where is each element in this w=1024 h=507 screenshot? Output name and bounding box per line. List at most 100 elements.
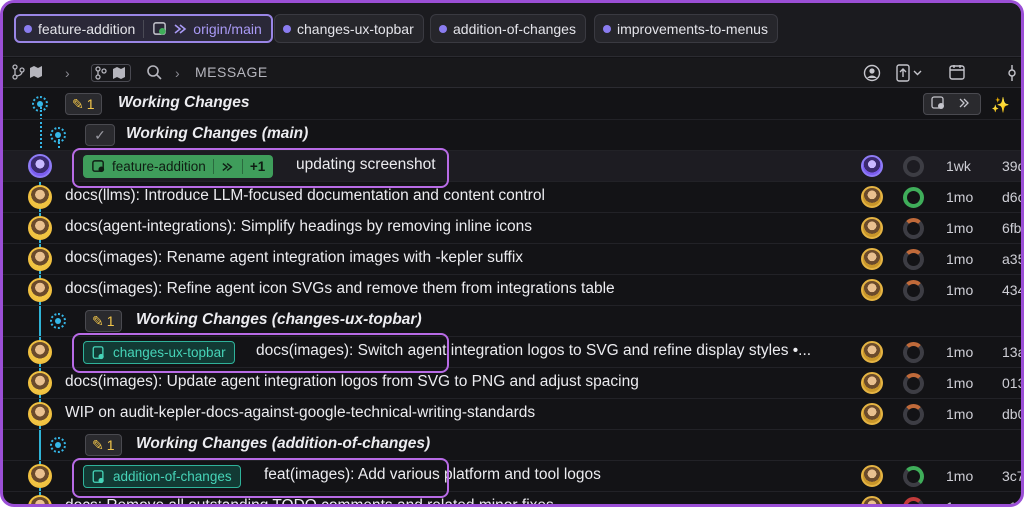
working-changes-row[interactable]: ✎ 1 Working Changes ✨ xyxy=(3,89,1021,120)
status-ring xyxy=(903,466,924,487)
commit-sha: a35 xyxy=(1002,251,1024,267)
author-avatar xyxy=(861,279,883,301)
pencil-icon: ✎ xyxy=(72,95,84,112)
magic-wand-icon[interactable]: ✨ xyxy=(991,96,1010,114)
commit-sha: 39d xyxy=(1002,158,1024,174)
tab-improvements-to-menus[interactable]: improvements-to-menus xyxy=(594,14,778,43)
branch-map-icon xyxy=(12,64,42,80)
pr-check-icon xyxy=(153,22,167,35)
working-changes-node-icon xyxy=(50,437,66,453)
check-icon[interactable]: ✓ xyxy=(85,124,115,146)
commit-age: 1mo xyxy=(946,251,974,267)
graph-avatar xyxy=(28,402,52,426)
commit-row[interactable]: docs(images): Rename agent integration i… xyxy=(3,244,1024,275)
working-changes-main-row[interactable]: ✓ Working Changes (main) xyxy=(3,120,1021,151)
message-column-label: MESSAGE xyxy=(195,64,268,80)
status-ring xyxy=(903,342,924,363)
column-header: › › MESSAGE xyxy=(3,58,1021,88)
tab-changes-ux-topbar[interactable]: changes-ux-topbar xyxy=(274,14,424,43)
tab-addition-of-changes[interactable]: addition-of-changes xyxy=(430,14,586,43)
branch-map-toggle[interactable] xyxy=(11,64,45,80)
author-avatar xyxy=(861,248,883,270)
commit-age: 1mo xyxy=(946,189,974,205)
author-avatar xyxy=(861,217,883,239)
graph-avatar xyxy=(28,185,52,209)
commit-age: 1mo xyxy=(946,220,974,236)
commit-message: docs(llms): Introduce LLM-focused docume… xyxy=(65,187,545,204)
status-ring xyxy=(903,497,924,504)
remote-icon xyxy=(174,23,187,34)
commit-message: WIP on audit-kepler-docs-against-google-… xyxy=(65,404,536,421)
status-ring xyxy=(903,280,924,301)
commit-age: 1mo xyxy=(946,282,974,298)
upload-column-icon[interactable] xyxy=(896,64,924,82)
graph-avatar xyxy=(28,278,52,302)
status-ring xyxy=(903,218,924,239)
branch-dot-icon xyxy=(439,24,447,33)
graph-avatar xyxy=(28,154,52,178)
commit-row[interactable]: docs(images): Refine agent icon SVGs and… xyxy=(3,275,1024,306)
tab-label: addition-of-changes xyxy=(453,20,576,37)
commit-message: docs(agent-integrations): Simplify headi… xyxy=(65,218,532,235)
graph-avatar xyxy=(28,340,52,364)
graph-avatar xyxy=(28,464,52,488)
working-changes-title: Working Changes (changes-ux-topbar) xyxy=(136,311,422,328)
author-avatar xyxy=(861,465,883,487)
pencil-count-badge: ✎ 1 xyxy=(85,310,122,332)
pencil-icon: ✎ xyxy=(92,436,104,453)
commit-row[interactable]: WIP on audit-kepler-docs-against-google-… xyxy=(3,399,1021,430)
graph-avatar xyxy=(28,371,52,395)
status-ring xyxy=(903,404,924,425)
chevron-right-icon: › xyxy=(175,65,181,81)
chevron-right-icon: › xyxy=(65,65,71,81)
commit-age: 1mo xyxy=(946,344,974,360)
commit-sha: 434 xyxy=(1002,282,1024,298)
branch-dot-icon xyxy=(603,24,611,33)
commit-row[interactable]: docs(llms): Introduce LLM-focused docume… xyxy=(3,182,1024,213)
commit-sha: d6c xyxy=(1002,189,1024,205)
commit-message: docs(images): Refine agent icon SVGs and… xyxy=(65,280,615,297)
author-avatar xyxy=(861,155,883,177)
commit-age: 1mo xyxy=(946,406,974,422)
branch-dot-icon xyxy=(283,24,291,33)
working-changes-title: Working Changes (main) xyxy=(126,125,309,142)
highlight-outline xyxy=(72,333,449,373)
author-avatar xyxy=(861,496,883,504)
wc-actions-icon xyxy=(931,96,969,109)
tab-remote-label: origin/main xyxy=(193,20,262,37)
commit-age: 1wk xyxy=(946,158,971,174)
graph-window: feature-addition origin/main changes-ux-… xyxy=(0,0,1024,507)
author-column-icon[interactable] xyxy=(863,64,881,82)
wc-actions[interactable] xyxy=(923,93,981,115)
commit-column-icon[interactable] xyxy=(1005,64,1019,82)
pencil-count-badge: ✎ 1 xyxy=(65,93,102,115)
graph-avatar xyxy=(28,216,52,240)
author-avatar xyxy=(861,403,883,425)
commit-message: docs(images): Rename agent integration i… xyxy=(65,249,524,266)
commit-sha: c1e xyxy=(1002,499,1024,507)
status-ring xyxy=(903,373,924,394)
commit-row[interactable]: docs(agent-integrations): Simplify headi… xyxy=(3,213,1021,244)
calendar-column-icon[interactable] xyxy=(949,64,965,80)
search-icon[interactable] xyxy=(146,64,162,80)
commit-age: 1mo xyxy=(946,468,974,484)
author-avatar xyxy=(861,186,883,208)
commit-row[interactable]: docs: Remove all outstanding TODO commen… xyxy=(3,492,1024,507)
commit-sha: 13a xyxy=(1002,344,1024,360)
tab-label: changes-ux-topbar xyxy=(297,20,414,37)
working-changes-title: Working Changes xyxy=(118,94,250,111)
working-changes-addition-row[interactable]: ✎ 1 Working Changes (addition-of-changes) xyxy=(3,430,1021,461)
commit-row[interactable]: docs(images): Update agent integration l… xyxy=(3,368,1021,399)
branch-dot-icon xyxy=(24,24,32,33)
tab-label: improvements-to-menus xyxy=(617,20,768,37)
status-ring xyxy=(903,187,924,208)
working-changes-node-icon xyxy=(32,96,48,112)
graph-avatar xyxy=(28,495,52,504)
branch-filter-icon xyxy=(91,64,131,82)
tab-feature-addition[interactable]: feature-addition origin/main xyxy=(14,14,273,43)
author-avatar xyxy=(861,341,883,363)
working-changes-node-icon xyxy=(50,313,66,329)
status-ring xyxy=(903,156,924,177)
branch-filter-toggle[interactable] xyxy=(91,64,131,82)
commit-message: docs: Remove all outstanding TODO commen… xyxy=(65,497,554,507)
